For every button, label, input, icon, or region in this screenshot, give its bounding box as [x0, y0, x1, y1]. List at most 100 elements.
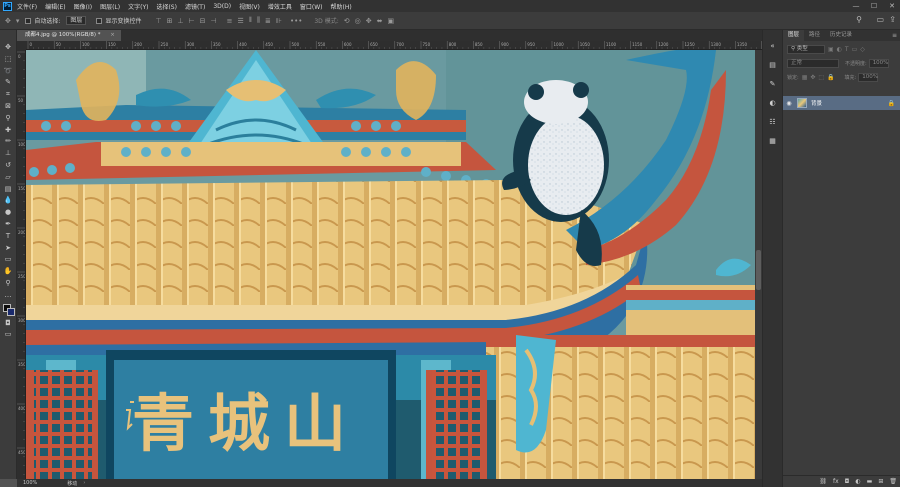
dodge-tool-icon[interactable]: ● [2, 207, 15, 218]
3d-roll-icon[interactable]: ◎ [355, 17, 361, 25]
workspace-icon[interactable]: ▭ [876, 15, 884, 24]
auto-select-dropdown[interactable]: 图层 [66, 16, 87, 25]
zoom-tool-icon[interactable]: ⚲ [2, 278, 15, 289]
blur-tool-icon[interactable]: 💧 [2, 195, 15, 206]
frame-tool-icon[interactable]: ⊠ [2, 101, 15, 112]
healing-brush-icon[interactable]: ✚ [2, 125, 15, 136]
blend-mode-dropdown[interactable]: 正常 [787, 58, 839, 68]
tab-paths[interactable]: 路径 [804, 30, 825, 41]
new-layer-icon[interactable]: ⊞ [878, 478, 883, 485]
tab-history[interactable]: 历史记录 [825, 30, 857, 41]
gradient-tool-icon[interactable]: ▤ [2, 184, 15, 195]
align-hcenter-icon[interactable]: ⊟ [200, 17, 206, 25]
visibility-eye-icon[interactable]: ◉ [783, 100, 795, 107]
menu-filter[interactable]: 滤镜(T) [185, 2, 205, 11]
auto-select-option[interactable]: 自动选择: [25, 16, 60, 25]
ruler-origin[interactable] [17, 41, 26, 50]
menu-help[interactable]: 帮助(H) [331, 2, 352, 11]
link-layers-icon[interactable]: ⛓ [819, 478, 827, 485]
collapse-panels-icon[interactable]: « [767, 40, 779, 52]
distribute-icon[interactable]: ≡ [227, 17, 233, 25]
properties-panel-icon[interactable]: ☷ [767, 116, 779, 128]
menu-layer[interactable]: 图层(L) [100, 2, 120, 11]
distribute-icon[interactable]: ≣ [265, 17, 271, 25]
hand-tool-icon[interactable]: ✋ [2, 266, 15, 277]
crop-tool-icon[interactable]: ⌗ [2, 89, 15, 100]
shape-tool-icon[interactable]: ▭ [2, 254, 15, 265]
brush-tool-icon[interactable]: ✏ [2, 136, 15, 147]
filter-type-icon[interactable]: T [845, 46, 849, 53]
close-tab-icon[interactable]: × [110, 32, 115, 38]
history-panel-icon[interactable]: ▤ [767, 59, 779, 71]
vertical-scrollbar[interactable] [755, 50, 762, 479]
distribute-icon[interactable]: ⫴ [249, 16, 252, 25]
lock-position-icon[interactable]: ✥ [810, 74, 815, 81]
align-bottom-icon[interactable]: ⊥ [177, 17, 183, 25]
lock-icon[interactable]: 🔒 [888, 100, 895, 107]
menu-3d[interactable]: 3D(D) [213, 3, 231, 10]
show-transform-option[interactable]: 显示变换控件 [96, 16, 141, 25]
brush-preset-icon[interactable]: ✎ [767, 78, 779, 90]
scrollbar-thumb[interactable] [756, 250, 761, 290]
add-mask-icon[interactable]: ◘ [845, 478, 850, 485]
menu-file[interactable]: 文件(F) [17, 2, 37, 11]
maximize-button[interactable]: ☐ [866, 0, 882, 12]
menu-image[interactable]: 图像(I) [74, 2, 92, 11]
distribute-icon[interactable]: ⫼ [257, 16, 260, 25]
search-icon[interactable]: ⚲ [856, 15, 862, 24]
close-window-button[interactable]: ✕ [884, 0, 900, 12]
opacity-field[interactable]: 100% [868, 58, 889, 68]
screen-mode-icon[interactable]: ▭ [2, 329, 15, 340]
layer-filter-dropdown[interactable]: ⚲ 类型 [787, 44, 825, 54]
filter-adjust-icon[interactable]: ◐ [837, 46, 842, 53]
menu-plugins[interactable]: 增效工具 [268, 2, 292, 11]
vertical-ruler[interactable]: 0 50 100 150 200 250 300 350 400 450 [17, 50, 26, 479]
align-vcenter-icon[interactable]: ⊞ [167, 17, 173, 25]
marquee-tool-icon[interactable]: ⬚ [2, 54, 15, 65]
horizontal-ruler[interactable]: 0 50 100 150 200 250 300 350 400 450 500 550 600 650 7… [26, 41, 762, 50]
background-color-swatch[interactable] [6, 307, 15, 316]
history-brush-icon[interactable]: ↺ [2, 160, 15, 171]
more-options-icon[interactable]: ••• [290, 17, 302, 25]
move-tool-preset-icon[interactable]: ✥ [5, 17, 11, 25]
lasso-tool-icon[interactable]: ➰ [2, 66, 15, 77]
eraser-tool-icon[interactable]: ▱ [2, 172, 15, 183]
panel-menu-icon[interactable]: ≡ [892, 32, 897, 39]
more-tools-icon[interactable]: … [2, 290, 15, 301]
eyedropper-tool-icon[interactable]: ⚲ [2, 113, 15, 124]
3d-rotate-icon[interactable]: ⟲ [344, 17, 350, 25]
layer-row-background[interactable]: ◉ 背景 🔒 [783, 96, 900, 110]
quick-mask-icon[interactable]: ◘ [2, 318, 15, 329]
show-transform-checkbox[interactable] [96, 17, 103, 24]
menu-select[interactable]: 选择(S) [156, 2, 177, 11]
lock-pixels-icon[interactable]: ▦ [802, 74, 808, 81]
3d-drag-icon[interactable]: ✥ [366, 17, 372, 25]
fill-field[interactable]: 100% [858, 72, 879, 82]
3d-scale-icon[interactable]: ▣ [387, 17, 394, 25]
pen-tool-icon[interactable]: ✒ [2, 219, 15, 230]
share-icon[interactable]: ⇪ [889, 15, 896, 24]
menu-view[interactable]: 视图(V) [239, 2, 260, 11]
zoom-level[interactable]: 100% [23, 480, 37, 486]
color-swatches[interactable] [2, 303, 15, 318]
filter-smart-icon[interactable]: ◇ [860, 46, 865, 53]
clone-stamp-icon[interactable]: ⊥ [2, 148, 15, 159]
path-select-icon[interactable]: ➤ [2, 243, 15, 254]
delete-layer-icon[interactable]: 🗑 [889, 478, 897, 485]
new-group-icon[interactable]: ▬ [867, 478, 873, 485]
filter-shape-icon[interactable]: ▭ [852, 46, 858, 53]
menu-edit[interactable]: 编辑(E) [45, 2, 65, 11]
3d-slide-icon[interactable]: ⬌ [377, 17, 383, 25]
lock-all-icon[interactable]: 🔒 [827, 74, 834, 81]
layer-style-icon[interactable]: fx [833, 478, 839, 485]
distribute-icon[interactable]: ☰ [238, 17, 244, 25]
menu-type[interactable]: 文字(Y) [128, 2, 148, 11]
layer-name[interactable]: 背景 [811, 99, 822, 107]
filter-pixel-icon[interactable]: ▣ [828, 46, 834, 53]
align-top-icon[interactable]: ⊤ [155, 17, 161, 25]
tab-layers[interactable]: 图层 [783, 30, 805, 41]
move-tool-icon[interactable]: ✥ [2, 42, 15, 53]
chevron-right-icon[interactable]: › [83, 480, 85, 486]
lock-artboard-icon[interactable]: ⬚ [818, 74, 824, 81]
distribute-icon[interactable]: ⊪ [276, 17, 282, 25]
